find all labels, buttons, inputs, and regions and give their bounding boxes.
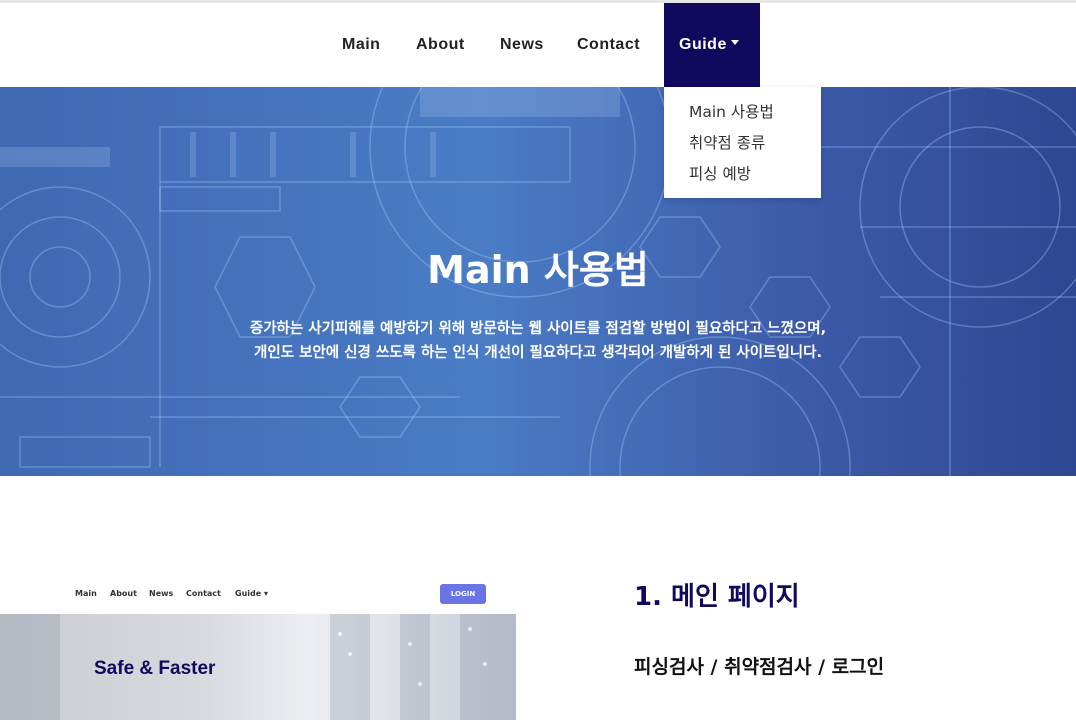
preview-nav-guide: Guide ▾ [235, 589, 268, 598]
caret-down-icon [730, 40, 739, 46]
hero-desc-line-2: 개인도 보안에 신경 쓰도록 하는 인식 개선이 필요하다고 생각되어 개발하게… [254, 345, 822, 361]
nav-main[interactable]: Main [342, 3, 380, 87]
guide-dropdown-menu: Main 사용법 취약점 종류 피싱 예방 [664, 87, 821, 198]
preview-nav-news: News [149, 589, 174, 598]
server-room-graphic [0, 614, 516, 720]
dropdown-item-main-usage[interactable]: Main 사용법 [664, 97, 821, 128]
section-subtitle: 피싱검사 / 취약점검사 / 로그인 [634, 656, 885, 678]
main-navbar: Main About News Contact Guide [0, 3, 1076, 87]
nav-news[interactable]: News [500, 3, 544, 87]
preview-nav-contact: Contact [186, 589, 221, 598]
hero-title: Main 사용법 [427, 248, 649, 292]
hero-desc-line-1: 증가하는 사기피해를 예방하기 위해 방문하는 웹 사이트를 점검할 방법이 필… [249, 321, 827, 337]
preview-navbar: Main About News Contact Guide ▾ LOGIN [0, 576, 516, 614]
nav-guide-label: Guide [679, 36, 727, 53]
nav-about[interactable]: About [416, 3, 465, 87]
hero-banner: Main 사용법 증가하는 사기피해를 예방하기 위해 방문하는 웹 사이트를 … [0, 87, 1076, 476]
preview-nav-main: Main [75, 589, 97, 598]
preview-login-button: LOGIN [440, 584, 486, 604]
hero-description: 증가하는 사기피해를 예방하기 위해 방문하는 웹 사이트를 점검할 방법이 필… [0, 317, 1076, 365]
preview-hero-image [0, 614, 516, 720]
section-title: 1. 메인 페이지 [634, 582, 800, 612]
nav-guide-toggle[interactable]: Guide [664, 3, 760, 87]
dropdown-item-phishing-prevention[interactable]: 피싱 예방 [664, 159, 821, 190]
preview-headline: Safe & Faster [94, 658, 216, 679]
preview-nav-about: About [110, 589, 137, 598]
dropdown-item-vulnerability-types[interactable]: 취약점 종류 [664, 128, 821, 159]
main-page-screenshot-preview: Main About News Contact Guide ▾ LOGIN Sa… [0, 576, 516, 720]
nav-contact[interactable]: Contact [577, 3, 640, 87]
